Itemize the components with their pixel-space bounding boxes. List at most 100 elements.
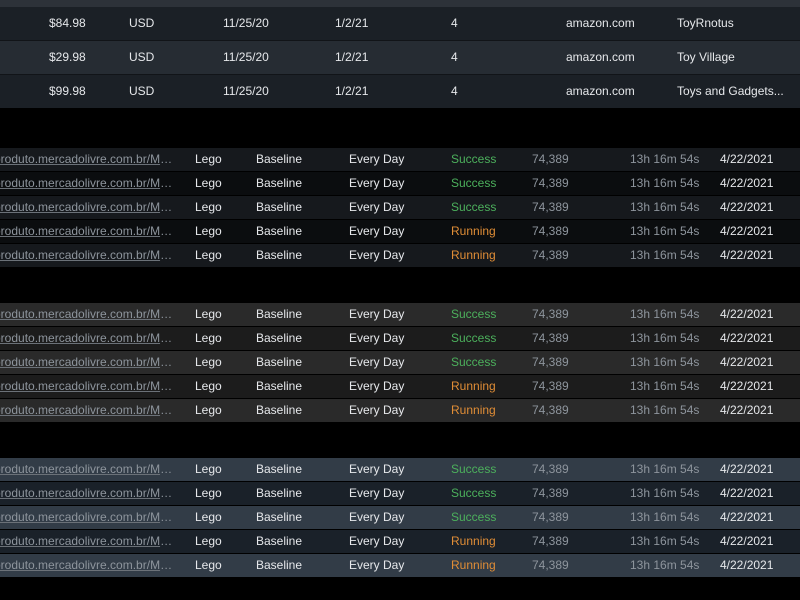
type-cell: Baseline bbox=[256, 224, 303, 238]
product-url-link[interactable]: produto.mercadolivre.com.br/MLB-... bbox=[0, 148, 178, 171]
status-label: Running bbox=[451, 558, 496, 572]
status-label: Success bbox=[451, 510, 497, 524]
table-row[interactable]: produto.mercadolivre.com.br/MLB-... Lego… bbox=[0, 374, 800, 398]
table-row[interactable]: produto.mercadolivre.com.br/MLB-... Lego… bbox=[0, 529, 800, 553]
duration-cell: 13h 16m 54s bbox=[630, 510, 700, 524]
duration-cell: 13h 16m 54s bbox=[630, 462, 700, 476]
frequency-cell: Every Day bbox=[349, 152, 405, 166]
count-cell: 4 bbox=[451, 50, 458, 64]
type-cell: Baseline bbox=[256, 462, 303, 476]
table-row[interactable]: produto.mercadolivre.com.br/MLB-... Lego… bbox=[0, 326, 800, 350]
table-row[interactable]: $29.98 USD 11/25/20 1/2/21 4 amazon.com … bbox=[0, 40, 800, 74]
currency-cell: USD bbox=[129, 84, 155, 98]
price-cell: $99.98 bbox=[49, 84, 86, 98]
frequency-cell: Every Day bbox=[349, 307, 405, 321]
table-row[interactable]: $99.98 USD 11/25/20 1/2/21 4 amazon.com … bbox=[0, 74, 800, 108]
table-row[interactable]: $84.98 USD 11/25/20 1/2/21 4 amazon.com … bbox=[0, 7, 800, 40]
table-row[interactable]: produto.mercadolivre.com.br/MLB-... Lego… bbox=[0, 243, 800, 267]
site-cell: amazon.com bbox=[566, 50, 635, 64]
product-url-link[interactable]: produto.mercadolivre.com.br/MLB-... bbox=[0, 530, 178, 553]
table-header-strip bbox=[0, 0, 800, 7]
duration-cell: 13h 16m 54s bbox=[630, 331, 700, 345]
product-url-link[interactable]: produto.mercadolivre.com.br/MLB-... bbox=[0, 458, 178, 481]
frequency-cell: Every Day bbox=[349, 379, 405, 393]
table-row[interactable]: produto.mercadolivre.com.br/MLB-... Lego… bbox=[0, 195, 800, 219]
status-label: Success bbox=[451, 152, 497, 166]
status-label: Success bbox=[451, 331, 497, 345]
status-label: Success bbox=[451, 307, 497, 321]
table-row[interactable]: produto.mercadolivre.com.br/MLB-... Lego… bbox=[0, 171, 800, 195]
frequency-cell: Every Day bbox=[349, 558, 405, 572]
product-url-link[interactable]: produto.mercadolivre.com.br/MLB-... bbox=[0, 244, 178, 267]
price-cell: $29.98 bbox=[49, 50, 86, 64]
store-cell: Toys and Gadgets... bbox=[677, 84, 784, 98]
count-cell: 4 bbox=[451, 84, 458, 98]
currency-cell: USD bbox=[129, 16, 155, 30]
product-url-link[interactable]: produto.mercadolivre.com.br/MLB-... bbox=[0, 303, 178, 326]
table-row[interactable]: produto.mercadolivre.com.br/MLB-... Lego… bbox=[0, 350, 800, 374]
product-url-link[interactable]: produto.mercadolivre.com.br/MLB-... bbox=[0, 172, 178, 195]
site-cell: amazon.com bbox=[566, 16, 635, 30]
product-url-link[interactable]: produto.mercadolivre.com.br/MLB-... bbox=[0, 399, 178, 422]
duration-cell: 13h 16m 54s bbox=[630, 403, 700, 417]
records-cell: 74,389 bbox=[532, 486, 569, 500]
brand-cell: Lego bbox=[195, 224, 222, 238]
product-url-link[interactable]: produto.mercadolivre.com.br/MLB-... bbox=[0, 196, 178, 219]
brand-cell: Lego bbox=[195, 486, 222, 500]
type-cell: Baseline bbox=[256, 248, 303, 262]
end-date-cell: 1/2/21 bbox=[335, 16, 369, 30]
status-label: Running bbox=[451, 224, 496, 238]
brand-cell: Lego bbox=[195, 403, 222, 417]
duration-cell: 13h 16m 54s bbox=[630, 379, 700, 393]
table-row[interactable]: produto.mercadolivre.com.br/MLB-... Lego… bbox=[0, 219, 800, 243]
records-cell: 74,389 bbox=[532, 307, 569, 321]
count-cell: 4 bbox=[451, 16, 458, 30]
date-cell: 4/22/2021 bbox=[720, 379, 774, 393]
brand-cell: Lego bbox=[195, 152, 222, 166]
brand-cell: Lego bbox=[195, 462, 222, 476]
records-cell: 74,389 bbox=[532, 379, 569, 393]
product-url-link[interactable]: produto.mercadolivre.com.br/MLB-... bbox=[0, 482, 178, 505]
table-row[interactable]: produto.mercadolivre.com.br/MLB-... Lego… bbox=[0, 553, 800, 577]
date-cell: 4/22/2021 bbox=[720, 355, 774, 369]
frequency-cell: Every Day bbox=[349, 200, 405, 214]
frequency-cell: Every Day bbox=[349, 403, 405, 417]
table-row[interactable]: produto.mercadolivre.com.br/MLB-... Lego… bbox=[0, 303, 800, 326]
duration-cell: 13h 16m 54s bbox=[630, 152, 700, 166]
frequency-cell: Every Day bbox=[349, 248, 405, 262]
table-row[interactable]: produto.mercadolivre.com.br/MLB-... Lego… bbox=[0, 481, 800, 505]
product-url-link[interactable]: produto.mercadolivre.com.br/MLB-... bbox=[0, 327, 178, 350]
store-cell: Toy Village bbox=[677, 50, 735, 64]
table-row[interactable]: produto.mercadolivre.com.br/MLB-... Lego… bbox=[0, 505, 800, 529]
frequency-cell: Every Day bbox=[349, 355, 405, 369]
frequency-cell: Every Day bbox=[349, 331, 405, 345]
product-url-link[interactable]: produto.mercadolivre.com.br/MLB-... bbox=[0, 220, 178, 243]
table-row[interactable]: produto.mercadolivre.com.br/MLB-... Lego… bbox=[0, 458, 800, 481]
records-cell: 74,389 bbox=[532, 510, 569, 524]
brand-cell: Lego bbox=[195, 331, 222, 345]
date-cell: 4/22/2021 bbox=[720, 152, 774, 166]
status-label: Running bbox=[451, 534, 496, 548]
duration-cell: 13h 16m 54s bbox=[630, 307, 700, 321]
site-cell: amazon.com bbox=[566, 84, 635, 98]
table-row[interactable]: produto.mercadolivre.com.br/MLB-... Lego… bbox=[0, 398, 800, 422]
duration-cell: 13h 16m 54s bbox=[630, 224, 700, 238]
frequency-cell: Every Day bbox=[349, 176, 405, 190]
product-url-link[interactable]: produto.mercadolivre.com.br/MLB-... bbox=[0, 375, 178, 398]
type-cell: Baseline bbox=[256, 331, 303, 345]
frequency-cell: Every Day bbox=[349, 534, 405, 548]
date-cell: 4/22/2021 bbox=[720, 176, 774, 190]
type-cell: Baseline bbox=[256, 200, 303, 214]
run-table-group-1: produto.mercadolivre.com.br/MLB-... Lego… bbox=[0, 148, 800, 267]
product-url-link[interactable]: produto.mercadolivre.com.br/MLB-... bbox=[0, 506, 178, 529]
duration-cell: 13h 16m 54s bbox=[630, 248, 700, 262]
status-label: Success bbox=[451, 176, 497, 190]
brand-cell: Lego bbox=[195, 558, 222, 572]
product-url-link[interactable]: produto.mercadolivre.com.br/MLB-... bbox=[0, 554, 178, 577]
price-cell: $84.98 bbox=[49, 16, 86, 30]
product-url-link[interactable]: produto.mercadolivre.com.br/MLB-... bbox=[0, 351, 178, 374]
run-table-group-2: produto.mercadolivre.com.br/MLB-... Lego… bbox=[0, 303, 800, 422]
page: $84.98 USD 11/25/20 1/2/21 4 amazon.com … bbox=[0, 0, 800, 600]
table-row[interactable]: produto.mercadolivre.com.br/MLB-... Lego… bbox=[0, 148, 800, 171]
type-cell: Baseline bbox=[256, 152, 303, 166]
